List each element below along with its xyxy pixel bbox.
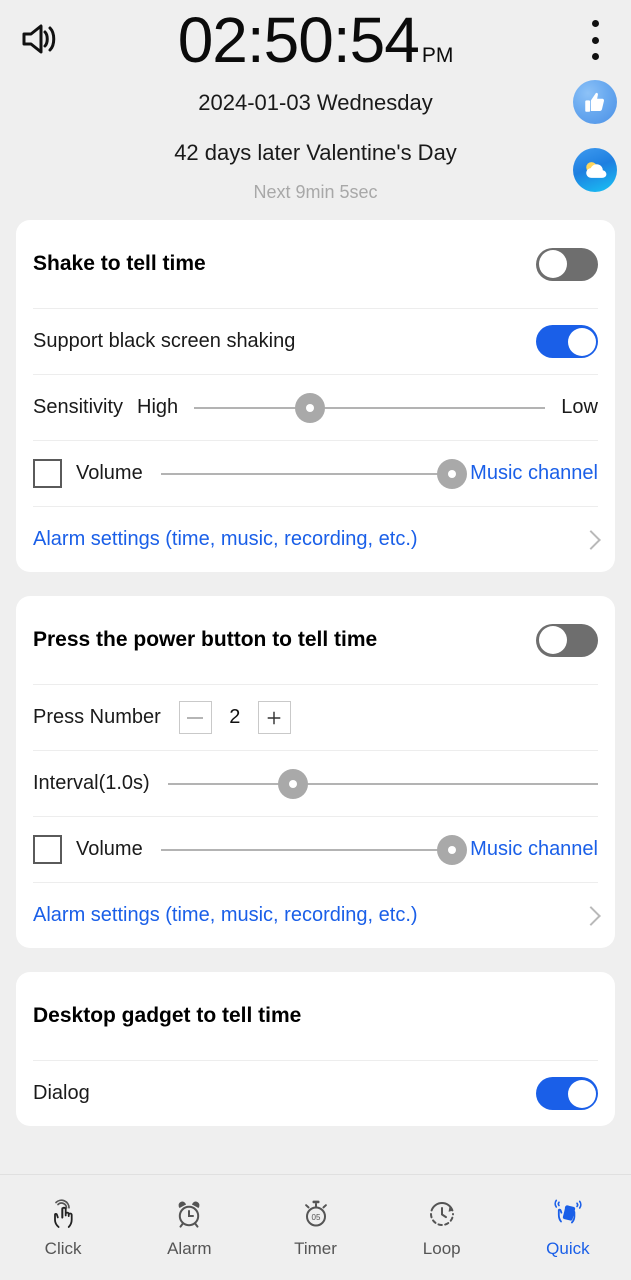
black-screen-row: Support black screen shaking — [33, 308, 598, 374]
interval-row: Interval(1.0s) — [33, 750, 598, 816]
alarm-settings-link[interactable]: Alarm settings (time, music, recording, … — [33, 904, 584, 927]
black-screen-label: Support black screen shaking — [33, 330, 296, 352]
slider-track — [160, 848, 453, 851]
date-line: 2024-01-03 Wednesday — [198, 90, 433, 115]
nav-label-alarm: Alarm — [167, 1238, 212, 1258]
slider-track — [160, 472, 453, 475]
sensitivity-slider[interactable] — [194, 392, 546, 423]
nav-item-loop[interactable]: Loop — [379, 1197, 505, 1259]
shake-title-row: Shake to tell time — [33, 220, 598, 308]
festival-line: 42 days later Valentine's Day — [174, 140, 457, 165]
nav-label-loop: Loop — [422, 1238, 461, 1258]
card-desktop-gadget: Desktop gadget to tell time Dialog — [16, 972, 615, 1126]
press-number-row: Press Number 2 — [33, 684, 598, 750]
shake-phone-icon — [554, 1199, 582, 1223]
toggle-knob — [538, 250, 567, 278]
minus-icon — [187, 716, 204, 719]
next-announce-line: Next 9min 5sec — [253, 182, 378, 202]
svg-text:05: 05 — [311, 1213, 320, 1222]
gadget-card-title: Desktop gadget to tell time — [33, 1004, 302, 1027]
sensitivity-label: Sensitivity — [33, 396, 124, 418]
nav-item-timer[interactable]: 05 Timer — [252, 1197, 378, 1259]
slider-thumb[interactable] — [437, 458, 468, 489]
interval-label: Interval(1.0s) — [33, 772, 150, 794]
nav-label-quick: Quick — [546, 1238, 590, 1258]
card-shake-to-tell-time: Shake to tell time Support black screen … — [16, 220, 615, 572]
loop-clock-icon — [429, 1201, 454, 1226]
dialog-label: Dialog — [33, 1082, 90, 1104]
volume-row-power: Volume Music channel — [33, 816, 598, 882]
stopwatch-icon: 05 — [304, 1200, 327, 1226]
alarm-settings-link[interactable]: Alarm settings (time, music, recording, … — [33, 528, 584, 551]
slider-thumb[interactable] — [295, 392, 326, 423]
press-number-increment-button[interactable] — [257, 701, 291, 734]
shake-card-title: Shake to tell time — [33, 252, 206, 275]
volume-label: Volume — [76, 462, 143, 484]
gadget-title-row: Desktop gadget to tell time — [33, 972, 598, 1060]
toggle-knob — [567, 327, 596, 356]
power-title-row: Press the power button to tell time — [33, 596, 598, 684]
tap-hand-icon — [54, 1198, 73, 1228]
shake-master-toggle[interactable] — [536, 247, 598, 281]
press-number-label: Press Number — [33, 706, 161, 728]
slider-track — [194, 406, 546, 409]
power-card-title: Press the power button to tell time — [33, 628, 378, 651]
nav-item-alarm[interactable]: Alarm — [126, 1197, 252, 1259]
card-power-button-to-tell-time: Press the power button to tell time Pres… — [16, 596, 615, 948]
alarm-settings-row-power[interactable]: Alarm settings (time, music, recording, … — [33, 882, 601, 948]
volume-checkbox[interactable] — [33, 459, 62, 488]
toggle-knob — [567, 1079, 596, 1108]
sensitivity-row: Sensitivity High Low — [33, 374, 598, 440]
dialog-row: Dialog — [33, 1060, 598, 1126]
nav-label-timer: Timer — [294, 1238, 337, 1258]
bottom-navigation-bar: Click Alarm 05 Timer Loop Quick — [0, 1174, 631, 1280]
sensitivity-high-label: High — [137, 396, 179, 418]
slider-thumb[interactable] — [437, 834, 468, 865]
nav-item-click[interactable]: Click — [0, 1197, 126, 1259]
settings-scroll-area[interactable]: Shake to tell time Support black screen … — [0, 220, 631, 1174]
chevron-right-icon — [581, 905, 601, 926]
nav-label-click: Click — [44, 1238, 82, 1258]
music-channel-link[interactable]: Music channel — [470, 838, 598, 861]
press-number-decrement-button[interactable] — [178, 701, 212, 734]
music-channel-link[interactable]: Music channel — [470, 462, 598, 485]
slider-track — [167, 782, 598, 785]
clock-display[interactable]: 02:50:54 PM — [0, 8, 631, 72]
volume-slider[interactable] — [160, 458, 468, 489]
clock-ampm: PM — [421, 44, 454, 67]
volume-slider[interactable] — [160, 834, 468, 865]
interval-slider[interactable] — [167, 768, 598, 799]
slider-thumb[interactable] — [277, 768, 308, 799]
press-number-value: 2 — [229, 706, 241, 728]
black-screen-toggle[interactable] — [536, 325, 598, 358]
toggle-knob — [538, 626, 567, 654]
volume-label: Volume — [76, 838, 143, 860]
nav-item-quick[interactable]: Quick — [505, 1197, 631, 1259]
clock-header: 02:50:54 PM 2024-01-03 Wednesday 42 days… — [0, 0, 631, 220]
power-master-toggle[interactable] — [536, 623, 598, 657]
volume-row-shake: Volume Music channel — [33, 440, 598, 506]
volume-checkbox[interactable] — [33, 835, 62, 864]
chevron-right-icon — [581, 529, 601, 550]
sensitivity-low-label: Low — [561, 396, 598, 418]
app-screen: 02:50:54 PM 2024-01-03 Wednesday 42 days… — [0, 0, 631, 1280]
plus-icon — [268, 711, 281, 724]
alarm-settings-row-shake[interactable]: Alarm settings (time, music, recording, … — [33, 506, 601, 572]
dialog-toggle[interactable] — [536, 1077, 598, 1110]
clock-time: 02:50:54 — [177, 4, 420, 76]
alarm-clock-icon — [178, 1201, 200, 1228]
